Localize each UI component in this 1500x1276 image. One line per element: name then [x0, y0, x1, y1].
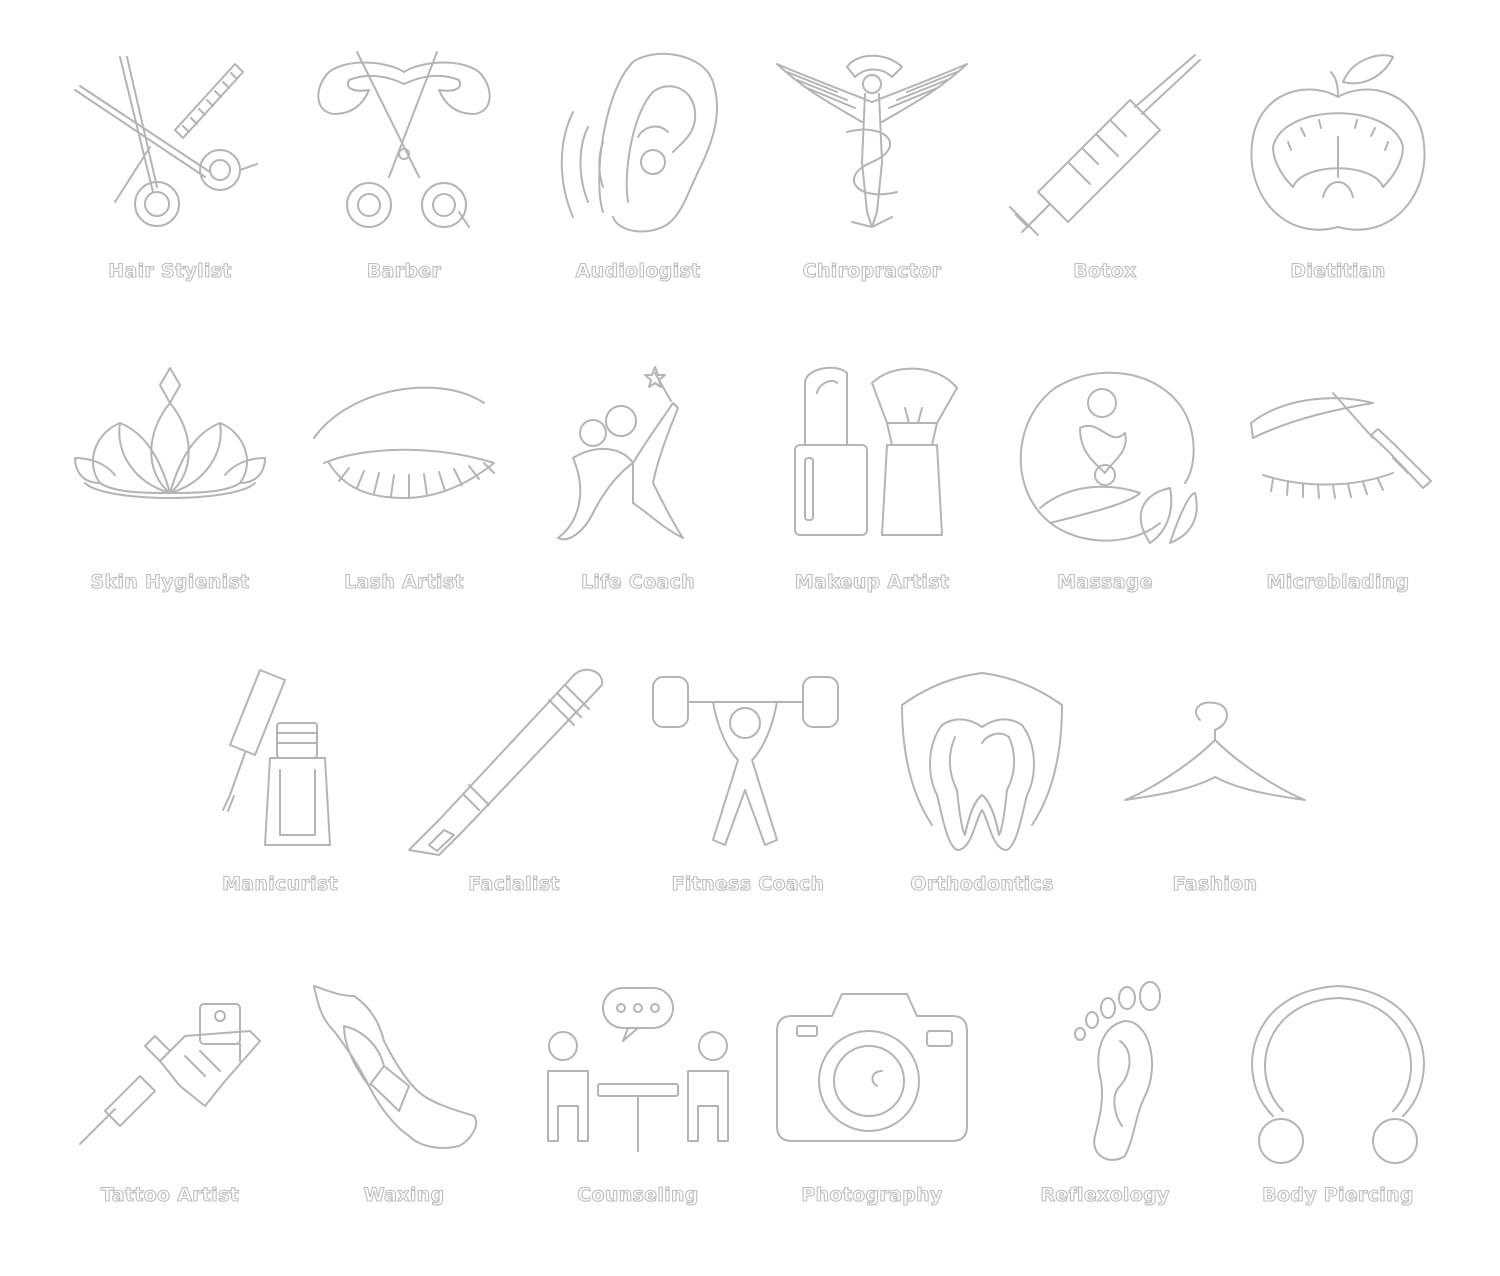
- lipstick-brush-icon: [794, 366, 958, 536]
- item-counseling[interactable]: Counseling: [523, 976, 753, 1276]
- item-fashion[interactable]: Fashion: [1100, 665, 1330, 965]
- footprint-icon: [1074, 981, 1161, 1161]
- item-dietitian[interactable]: Dietitian: [1223, 52, 1453, 352]
- item-manicurist[interactable]: Manicurist: [165, 665, 395, 965]
- item-makeup-artist[interactable]: Makeup Artist: [757, 363, 987, 663]
- item-orthodontics[interactable]: Orthodontics: [867, 665, 1097, 965]
- item-facialist[interactable]: Facialist: [399, 665, 629, 965]
- item-waxing[interactable]: Waxing: [289, 976, 519, 1276]
- item-reflexology[interactable]: Reflexology: [990, 976, 1220, 1276]
- item-label: Barber: [366, 259, 442, 282]
- item-microblading[interactable]: Microblading: [1223, 363, 1453, 663]
- item-massage[interactable]: Massage: [990, 363, 1220, 663]
- item-life-coach[interactable]: Life Coach: [523, 363, 753, 663]
- item-label: Dietitian: [1290, 259, 1386, 282]
- item-label: Facialist: [468, 872, 560, 895]
- waxed-leg-icon: [313, 985, 478, 1149]
- item-label: Manicurist: [222, 872, 339, 895]
- item-label: Counseling: [577, 1183, 699, 1206]
- item-photography[interactable]: Photography: [757, 976, 987, 1276]
- item-label: Orthodontics: [910, 872, 1054, 895]
- item-label: Botox: [1073, 259, 1137, 282]
- massage-circle-icon: [1019, 371, 1198, 544]
- dancers-wand-icon: [557, 366, 684, 541]
- horseshoe-ring-icon: [1251, 985, 1425, 1164]
- item-label: Audiologist: [575, 259, 701, 282]
- item-hair-stylist[interactable]: Hair Stylist: [55, 52, 285, 352]
- item-label: Photography: [801, 1183, 943, 1206]
- item-label: Lash Artist: [344, 570, 465, 593]
- item-label: Massage: [1057, 570, 1154, 593]
- item-label: Body Piercing: [1262, 1183, 1414, 1206]
- item-skin-hygienist[interactable]: Skin Hygienist: [55, 363, 285, 663]
- item-label: Microblading: [1266, 570, 1410, 593]
- item-label: Fashion: [1172, 872, 1258, 895]
- nail-polish-icon: [222, 669, 331, 846]
- item-label: Hair Stylist: [108, 259, 232, 282]
- scalpel-icon: [408, 668, 604, 856]
- item-body-piercing[interactable]: Body Piercing: [1223, 976, 1453, 1276]
- item-lash-artist[interactable]: Lash Artist: [289, 363, 519, 663]
- item-label: Fitness Coach: [671, 872, 825, 895]
- item-audiologist[interactable]: Audiologist: [523, 52, 753, 352]
- item-label: Reflexology: [1040, 1183, 1170, 1206]
- syringe-icon: [1009, 54, 1201, 236]
- lotus-icon: [74, 367, 266, 499]
- tattoo-machine-icon: [79, 1003, 261, 1145]
- tooth-shield-icon: [901, 672, 1063, 851]
- ear-soundwave-icon: [560, 52, 719, 233]
- brow-pen-icon: [1250, 392, 1432, 499]
- item-barber[interactable]: Barber: [289, 51, 519, 352]
- item-label: Chiropractor: [802, 259, 942, 282]
- item-label: Life Coach: [580, 570, 695, 593]
- item-label: Waxing: [363, 1183, 445, 1206]
- eyelash-icon: [313, 386, 495, 499]
- scissors-mustache-icon: [317, 51, 491, 228]
- apple-scale-icon: [1250, 54, 1426, 231]
- camera-icon: [776, 993, 968, 1142]
- conversation-table-icon: [547, 987, 729, 1152]
- item-chiropractor[interactable]: Chiropractor: [757, 52, 987, 352]
- item-label: Tattoo Artist: [100, 1183, 240, 1206]
- item-tattoo-artist[interactable]: Tattoo Artist: [55, 976, 285, 1276]
- winged-figure-icon: [776, 54, 968, 228]
- weightlifter-icon: [652, 676, 839, 846]
- item-fitness-coach[interactable]: Fitness Coach: [633, 665, 863, 965]
- item-label: Skin Hygienist: [90, 570, 250, 593]
- hanger-icon: [1124, 701, 1306, 801]
- item-label: Makeup Artist: [794, 570, 950, 593]
- item-botox[interactable]: Botox: [990, 52, 1220, 352]
- scissors-comb-icon: [74, 56, 258, 227]
